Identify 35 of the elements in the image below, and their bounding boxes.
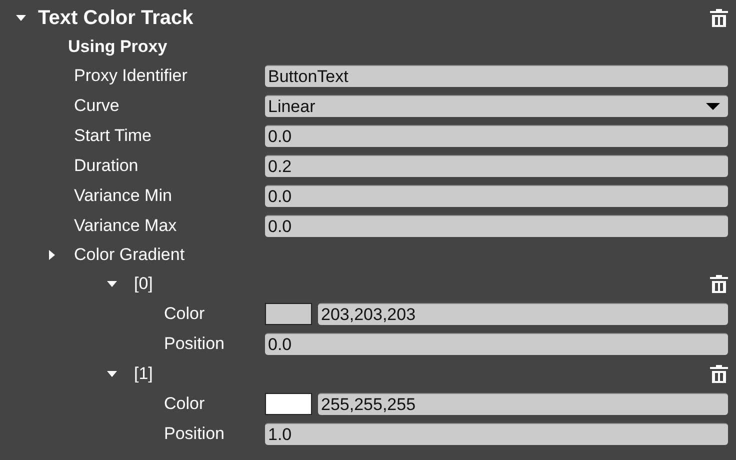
property-label: Curve: [74, 96, 120, 116]
key-index: [1]: [134, 364, 153, 384]
property-label: Variance Min: [74, 186, 172, 206]
position-label: Position: [164, 334, 224, 354]
trash-icon[interactable]: [710, 9, 728, 27]
property-label: Duration: [74, 156, 138, 176]
property-label: Start Time: [74, 126, 152, 146]
text-field[interactable]: ButtonText: [265, 65, 728, 87]
color-swatch[interactable]: [265, 303, 312, 325]
color-field[interactable]: 203,203,203: [318, 303, 728, 325]
dropdown-caret-icon: [706, 102, 720, 110]
color-label: Color: [164, 394, 205, 414]
property-label: Proxy Identifier: [74, 66, 188, 86]
color-swatch[interactable]: [265, 393, 312, 415]
property-label: Variance Max: [74, 216, 177, 236]
caret-down-icon[interactable]: [107, 279, 117, 289]
position-label: Position: [164, 424, 224, 444]
text-field[interactable]: 0.0: [265, 215, 728, 237]
color-label: Color: [164, 304, 205, 324]
text-field[interactable]: 0.0: [265, 185, 728, 207]
key-index: [0]: [134, 274, 153, 294]
trash-icon[interactable]: [710, 275, 728, 293]
text-field[interactable]: 0.2: [265, 155, 728, 177]
caret-down-icon[interactable]: [107, 369, 117, 379]
position-field[interactable]: 1.0: [265, 423, 728, 445]
curve-dropdown[interactable]: Linear: [265, 95, 728, 117]
color-field[interactable]: 255,255,255: [318, 393, 728, 415]
caret-right-icon[interactable]: [47, 250, 57, 260]
gradient-label: Color Gradient: [74, 245, 185, 265]
track-title: Text Color Track: [38, 6, 194, 30]
trash-icon[interactable]: [710, 365, 728, 383]
position-field[interactable]: 0.0: [265, 333, 728, 355]
section-subtitle: Using Proxy: [68, 37, 168, 57]
caret-down-icon[interactable]: [16, 13, 26, 23]
text-field[interactable]: 0.0: [265, 125, 728, 147]
